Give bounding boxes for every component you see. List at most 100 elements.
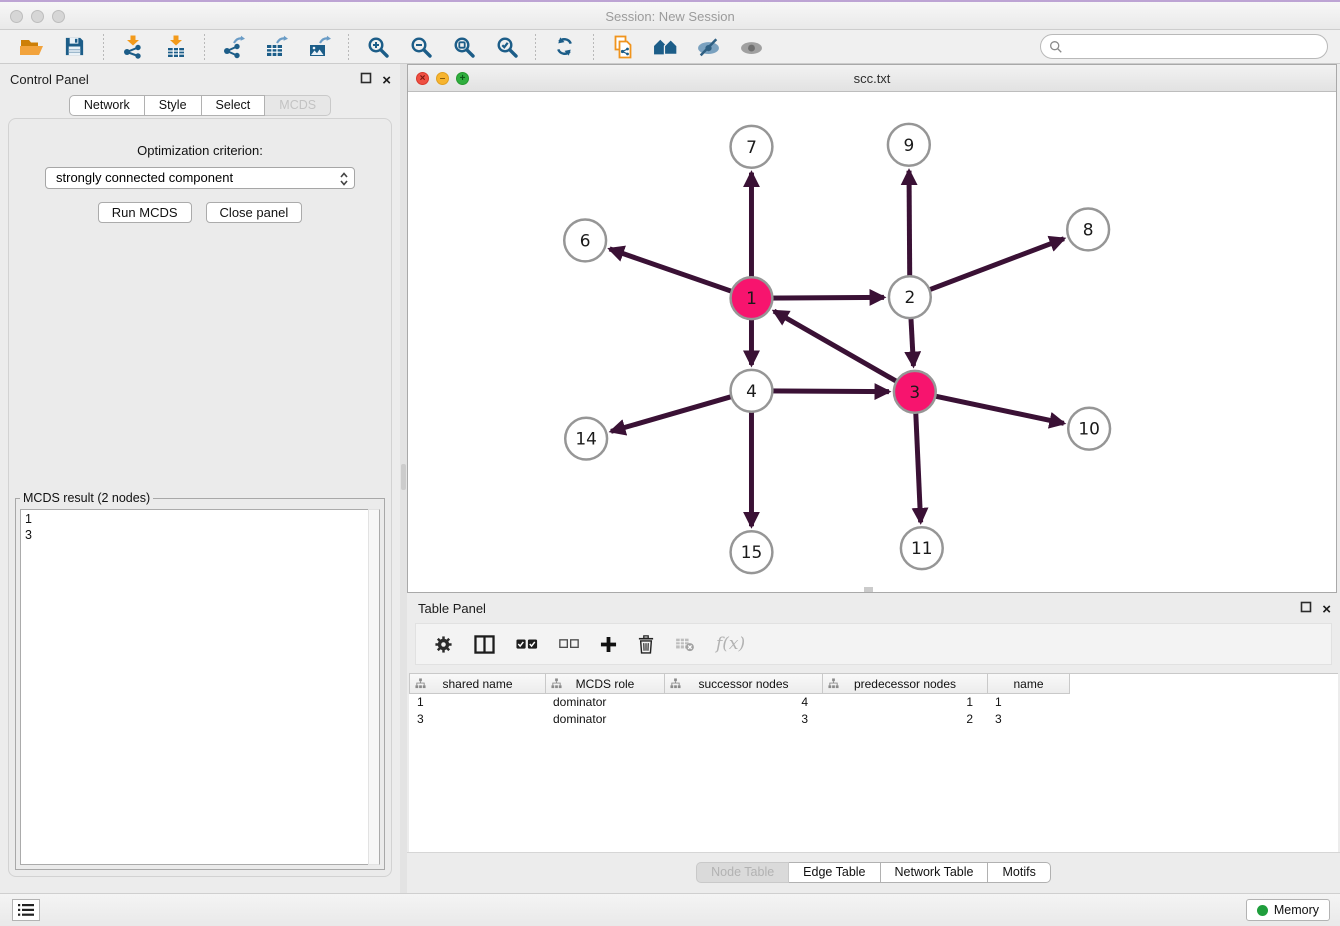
run-mcds-button[interactable]: Run MCDS xyxy=(98,202,192,223)
table-cell[interactable]: 3 xyxy=(987,711,1069,728)
column-type-icon xyxy=(828,678,839,689)
control-tab-select[interactable]: Select xyxy=(202,95,266,116)
svg-text:3: 3 xyxy=(909,382,920,402)
split-panel-button[interactable] xyxy=(474,635,495,654)
graph-node-2[interactable]: 2 xyxy=(889,276,931,318)
result-scrollbar[interactable] xyxy=(368,509,380,865)
save-session-button[interactable] xyxy=(58,32,91,62)
zoom-selected-button[interactable] xyxy=(490,32,523,62)
table-cell[interactable]: 1 xyxy=(987,694,1069,711)
unchecked-boxes-icon xyxy=(559,639,579,649)
import-network-button[interactable] xyxy=(116,32,149,62)
table-tab-network-table[interactable]: Network Table xyxy=(881,862,989,883)
table-row-2[interactable]: 3dominator323 xyxy=(409,711,1338,728)
graph-node-8[interactable]: 8 xyxy=(1067,209,1109,251)
zoom-fit-icon xyxy=(452,35,476,59)
export-network-button[interactable] xyxy=(217,32,250,62)
table-cell[interactable]: 4 xyxy=(664,694,822,711)
edge-3-10[interactable] xyxy=(915,392,1064,423)
control-tab-network[interactable]: Network xyxy=(69,95,145,116)
show-home-networks-button[interactable] xyxy=(649,32,682,62)
column-header-MCDS-role[interactable]: MCDS role xyxy=(546,674,665,693)
network-canvas[interactable]: 1 2 3 4 6 7 8 9 10 11 14 15 xyxy=(408,92,1336,592)
float-panel-button[interactable] xyxy=(360,71,372,89)
edge-3-1[interactable] xyxy=(774,311,915,392)
export-table-button[interactable] xyxy=(260,32,293,62)
table-row-1[interactable]: 1dominator411 xyxy=(409,694,1338,711)
show-hidden-button[interactable] xyxy=(735,32,768,62)
eye-icon xyxy=(739,34,764,59)
delete-column-button[interactable] xyxy=(638,635,654,654)
deselect-all-columns-button[interactable] xyxy=(559,639,579,649)
table-cell[interactable]: 3 xyxy=(664,711,822,728)
svg-text:4: 4 xyxy=(746,381,757,401)
mcds-result-list[interactable]: 1 3 xyxy=(20,509,380,865)
graph-node-15[interactable]: 15 xyxy=(731,531,773,573)
zoom-out-button[interactable] xyxy=(404,32,437,62)
table-tab-edge-table[interactable]: Edge Table xyxy=(789,862,880,883)
duplicate-network-button[interactable] xyxy=(606,32,639,62)
table-cell[interactable]: dominator xyxy=(545,694,664,711)
export-image-button[interactable] xyxy=(303,32,336,62)
delete-table-button[interactable] xyxy=(675,636,695,652)
network-graph[interactable]: 1 2 3 4 6 7 8 9 10 11 14 15 xyxy=(408,92,1336,592)
window-title: Session: New Session xyxy=(0,9,1340,24)
import-table-icon xyxy=(164,35,188,59)
column-header-predecessor-nodes[interactable]: predecessor nodes xyxy=(823,674,988,693)
memory-button[interactable]: Memory xyxy=(1246,899,1330,921)
control-tab-mcds[interactable]: MCDS xyxy=(265,95,331,116)
table-cell[interactable]: 1 xyxy=(409,694,545,711)
graph-node-7[interactable]: 7 xyxy=(731,126,773,168)
edge-1-6[interactable] xyxy=(610,249,752,298)
zoom-fit-button[interactable] xyxy=(447,32,480,62)
close-table-panel-icon[interactable]: × xyxy=(1322,603,1331,616)
graph-node-4[interactable]: 4 xyxy=(731,370,773,412)
houses-icon xyxy=(653,34,678,59)
table-cell[interactable]: 2 xyxy=(822,711,987,728)
gear-icon xyxy=(434,635,453,654)
control-tab-style[interactable]: Style xyxy=(145,95,202,116)
column-header-name[interactable]: name xyxy=(988,674,1070,693)
float-table-panel-button[interactable] xyxy=(1300,600,1312,618)
graph-node-6[interactable]: 6 xyxy=(564,219,606,261)
table-tab-motifs[interactable]: Motifs xyxy=(988,862,1050,883)
graph-node-1[interactable]: 1 xyxy=(731,277,773,319)
svg-text:11: 11 xyxy=(911,538,933,558)
table-cell[interactable]: 1 xyxy=(822,694,987,711)
duplicate-network-icon xyxy=(611,35,635,59)
criterion-select[interactable]: strongly connected component xyxy=(45,167,355,189)
float-panel-icon xyxy=(360,72,372,84)
divider-handle[interactable] xyxy=(401,464,406,490)
zoom-in-button[interactable] xyxy=(361,32,394,62)
refresh-layout-button[interactable] xyxy=(548,32,581,62)
close-panel-icon[interactable]: × xyxy=(382,74,391,87)
edge-2-8[interactable] xyxy=(910,239,1064,298)
task-history-button[interactable] xyxy=(12,899,40,921)
graph-node-11[interactable]: 11 xyxy=(901,527,943,569)
column-header-shared-name[interactable]: shared name xyxy=(410,674,546,693)
graph-node-14[interactable]: 14 xyxy=(565,418,607,460)
table-settings-button[interactable] xyxy=(434,635,453,654)
open-session-button[interactable] xyxy=(15,32,48,62)
panel-divider[interactable] xyxy=(400,64,407,893)
canvas-scroll-handle[interactable] xyxy=(864,587,873,592)
refresh-icon xyxy=(553,35,576,58)
graph-node-3[interactable]: 3 xyxy=(894,371,936,413)
apply-function-button[interactable]: f(x) xyxy=(716,634,745,654)
select-all-columns-button[interactable] xyxy=(516,639,538,650)
graph-node-9[interactable]: 9 xyxy=(888,124,930,166)
import-table-button[interactable] xyxy=(159,32,192,62)
application-window: Session: New Session xyxy=(0,0,1340,926)
table-cell[interactable]: 3 xyxy=(409,711,545,728)
search-input[interactable] xyxy=(1063,37,1327,57)
table-cell[interactable]: dominator xyxy=(545,711,664,728)
close-panel-button[interactable]: Close panel xyxy=(206,202,303,223)
mcds-result-box: MCDS result (2 nodes) 1 3 xyxy=(15,491,385,870)
graph-node-10[interactable]: 10 xyxy=(1068,408,1110,450)
save-floppy-icon xyxy=(63,35,86,58)
table-tab-node-table[interactable]: Node Table xyxy=(696,862,789,883)
hide-selected-button[interactable] xyxy=(692,32,725,62)
column-header-successor-nodes[interactable]: successor nodes xyxy=(665,674,823,693)
add-column-button[interactable] xyxy=(600,636,617,653)
control-panel-tabs: NetworkStyleSelectMCDS xyxy=(0,95,400,116)
